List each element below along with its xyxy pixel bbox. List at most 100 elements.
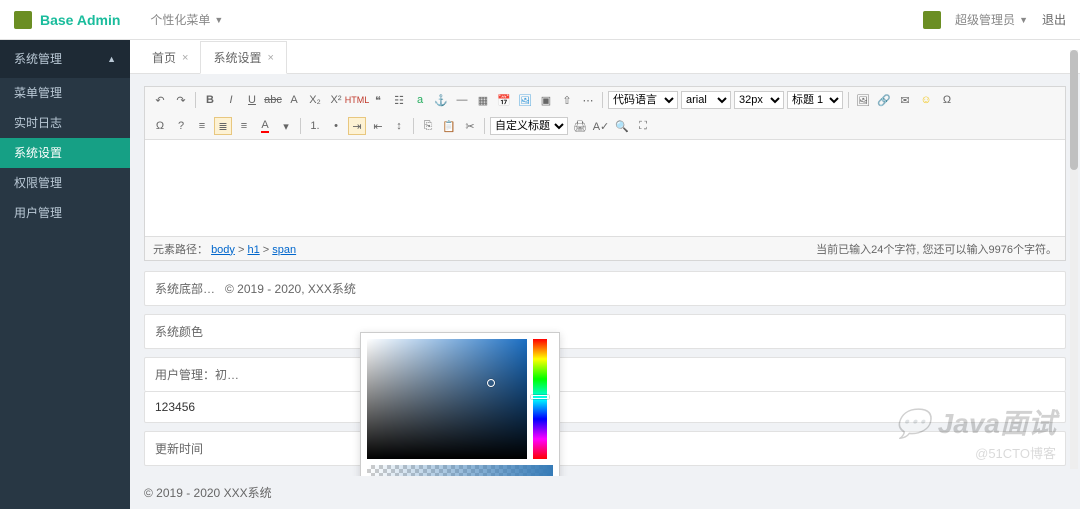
indent-icon[interactable]: ⇥: [348, 117, 366, 135]
help-icon[interactable]: ?: [172, 117, 190, 135]
underline-icon[interactable]: U: [243, 91, 261, 109]
sub-icon[interactable]: X₂: [306, 91, 324, 109]
align-right-icon[interactable]: ≡: [235, 117, 253, 135]
heading-select[interactable]: 标题 1: [787, 91, 843, 109]
omega-icon[interactable]: Ω: [151, 117, 169, 135]
backcolor-icon[interactable]: ▾: [277, 117, 295, 135]
scrollbar-vertical[interactable]: [1070, 50, 1078, 469]
sidebar-item-system-settings[interactable]: 系统设置: [0, 138, 130, 168]
clear-icon[interactable]: —: [453, 91, 471, 109]
print-icon[interactable]: 🖨: [571, 117, 589, 135]
cut-icon[interactable]: ✂: [461, 117, 479, 135]
sidebar: 系统管理 ▲ 菜单管理 实时日志 系统设置 权限管理 用户管理: [0, 40, 130, 509]
quote-icon[interactable]: ❝: [369, 91, 387, 109]
personalize-menu[interactable]: 个性化菜单 ▼: [150, 11, 223, 28]
hue-slider[interactable]: [533, 339, 547, 459]
video-icon[interactable]: ▣: [537, 91, 555, 109]
topbar: Base Admin 个性化菜单 ▼ 超级管理员 ▼ 退出: [0, 0, 1080, 40]
separator: [195, 92, 196, 108]
paste-icon[interactable]: 📋: [440, 117, 458, 135]
insert-image-icon[interactable]: 🖼: [854, 91, 872, 109]
field-system-color[interactable]: 系统颜色: [144, 314, 1066, 349]
email-icon[interactable]: ✉: [896, 91, 914, 109]
field-user-mgmt-value[interactable]: 123456: [144, 391, 1066, 423]
close-icon[interactable]: ×: [182, 52, 188, 64]
alpha-slider[interactable]: [367, 465, 553, 476]
emoji-icon[interactable]: ☺: [917, 91, 935, 109]
path-h1[interactable]: h1: [247, 244, 259, 256]
main: 首页 × 系统设置 × ↶ ↷ B I U abc A X₂: [130, 40, 1080, 509]
tab-home[interactable]: 首页 ×: [140, 42, 200, 73]
color-picker-top: [361, 333, 559, 465]
layout: 系统管理 ▲ 菜单管理 实时日志 系统设置 权限管理 用户管理 首页 × 系统设…: [0, 40, 1080, 509]
bold-icon[interactable]: B: [201, 91, 219, 109]
field-value: 123456: [155, 400, 195, 414]
saturation-value-area[interactable]: [367, 339, 527, 459]
font-icon[interactable]: A: [285, 91, 303, 109]
editor-toolbar: ↶ ↷ B I U abc A X₂ X² HTML ❝ ☷ a ⚓ — ▦: [145, 87, 1065, 140]
link-icon[interactable]: a: [411, 91, 429, 109]
italic-icon[interactable]: I: [222, 91, 240, 109]
sup-icon[interactable]: X²: [327, 91, 345, 109]
fullscreen-icon[interactable]: ⛶: [634, 117, 652, 135]
separator: [413, 118, 414, 134]
user-menu[interactable]: 超级管理员 ▼: [955, 11, 1028, 28]
separator: [848, 92, 849, 108]
tabs: 首页 × 系统设置 ×: [130, 40, 1080, 74]
avatar[interactable]: [923, 11, 941, 29]
forecolor-icon[interactable]: A: [256, 117, 274, 135]
source-icon[interactable]: HTML: [348, 91, 366, 109]
logout-link[interactable]: 退出: [1042, 11, 1066, 28]
sidebar-item-user-mgmt[interactable]: 用户管理: [0, 198, 130, 228]
lineheight-icon[interactable]: ↕: [390, 117, 408, 135]
path-span[interactable]: span: [272, 244, 296, 256]
anchor-icon[interactable]: ⚓: [432, 91, 450, 109]
sidebar-item-realtime-log[interactable]: 实时日志: [0, 108, 130, 138]
personalize-label: 个性化菜单: [150, 11, 210, 28]
code-lang-select[interactable]: 代码语言: [608, 91, 678, 109]
sidebar-item-permissions[interactable]: 权限管理: [0, 168, 130, 198]
chevron-down-icon: ▼: [1019, 15, 1028, 25]
font-size-select[interactable]: 32px: [734, 91, 784, 109]
code-icon[interactable]: ☷: [390, 91, 408, 109]
align-left-icon[interactable]: ≡: [193, 117, 211, 135]
field-update-time: 更新时间: [144, 431, 1066, 466]
brand[interactable]: Base Admin: [40, 12, 120, 28]
unordered-list-icon[interactable]: •: [327, 117, 345, 135]
sidebar-item-menu-mgmt[interactable]: 菜单管理: [0, 78, 130, 108]
undo-icon[interactable]: ↶: [151, 91, 169, 109]
separator: [602, 92, 603, 108]
strike-icon[interactable]: abc: [264, 91, 282, 109]
font-family-select[interactable]: arial: [681, 91, 731, 109]
char-count: 当前已输入24个字符, 您还可以输入9976个字符。: [816, 241, 1057, 257]
outdent-icon[interactable]: ⇤: [369, 117, 387, 135]
tab-label: 首页: [152, 49, 176, 66]
image-icon[interactable]: 🖼: [516, 91, 534, 109]
align-center-icon[interactable]: ≣: [214, 117, 232, 135]
spellcheck-icon[interactable]: A✓: [592, 117, 610, 135]
upload-icon[interactable]: ⇧: [558, 91, 576, 109]
copy-icon[interactable]: ⎘: [419, 117, 437, 135]
chevron-up-icon: ▲: [107, 40, 116, 78]
more-icon[interactable]: ⋯: [579, 91, 597, 109]
field-value: © 2019 - 2020, XXX系统: [225, 280, 356, 297]
symbol-icon[interactable]: Ω: [938, 91, 956, 109]
close-icon[interactable]: ×: [267, 52, 273, 64]
scroll-thumb[interactable]: [1070, 50, 1078, 170]
page-footer: © 2019 - 2020 XXX系统: [130, 476, 1080, 509]
sv-cursor[interactable]: [487, 379, 495, 387]
hue-thumb[interactable]: [531, 395, 549, 399]
tab-system-settings[interactable]: 系统设置 ×: [200, 41, 286, 74]
redo-icon[interactable]: ↷: [172, 91, 190, 109]
username: 超级管理员: [955, 11, 1015, 28]
find-icon[interactable]: 🔍: [613, 117, 631, 135]
editor-body[interactable]: [145, 140, 1065, 236]
path-body[interactable]: body: [211, 244, 235, 256]
date-icon[interactable]: 📅: [495, 91, 513, 109]
ordered-list-icon[interactable]: 1.: [306, 117, 324, 135]
custom-title-select[interactable]: 自定义标题: [490, 117, 568, 135]
sidebar-group-header[interactable]: 系统管理 ▲: [0, 40, 130, 78]
attachment-icon[interactable]: 🔗: [875, 91, 893, 109]
element-path: 元素路径： body > h1 > span: [153, 241, 296, 257]
table-icon[interactable]: ▦: [474, 91, 492, 109]
